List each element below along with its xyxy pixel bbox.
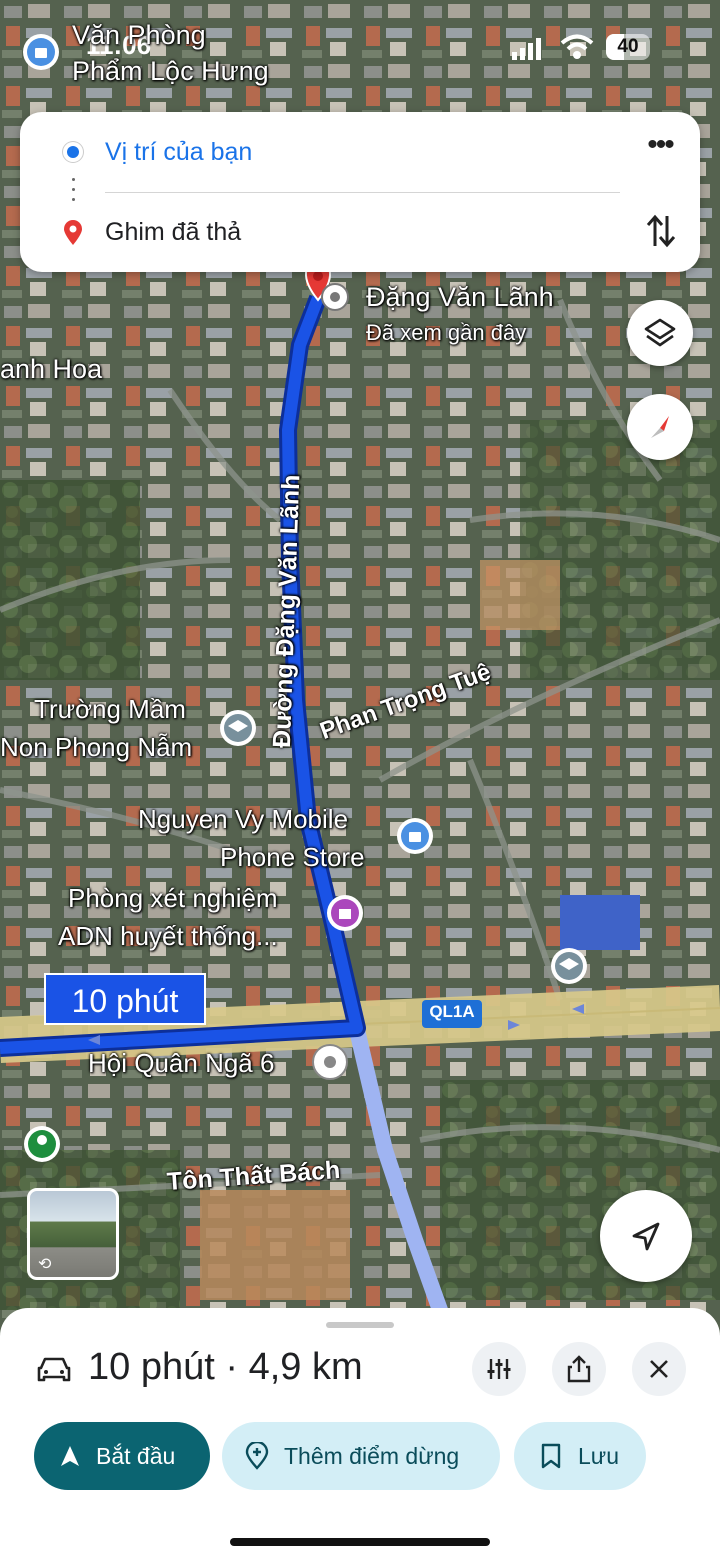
street-view-thumbnail[interactable]: ⟲ [27,1188,119,1280]
sheet-drag-handle[interactable] [326,1322,394,1328]
origin-field[interactable]: Vị trí của bạn [105,138,252,167]
navigation-start-icon [61,1446,79,1466]
layers-button[interactable] [627,300,693,366]
route-card: Vị trí của bạn ••• Ghim đã thả [20,112,700,272]
trip-distance: 4,9 km [248,1346,363,1388]
compass-icon [651,416,669,438]
close-button[interactable] [632,1342,686,1396]
destination-title[interactable]: Đặng Văn Lãnh [366,282,554,313]
layers-icon [644,318,676,347]
store-poi-icon [397,818,433,854]
trip-separator: · [225,1346,239,1388]
wifi-icon [560,34,594,60]
swap-icon[interactable] [644,212,678,250]
lab-poi-icon [327,895,363,931]
school-label-line1: Trường Mầm [34,694,186,724]
hoi-quan-poi-icon [312,1044,348,1080]
store-label-line1: Nguyen Vy Mobile [138,804,349,834]
school-poi-icon [220,710,256,746]
save-button[interactable]: Lưu [514,1422,646,1490]
hoi-quan-label: Hội Quân Ngã 6 [88,1048,275,1078]
label-anh-hoa: anh Hoa [0,354,103,384]
more-options-icon[interactable]: ••• [640,130,680,170]
close-icon [650,1360,668,1378]
poi-label-top-line1: Văn Phòng [72,20,206,50]
route-duration-text: 10 phút [71,983,179,1019]
route-duration-badge[interactable]: 10 phút [44,973,206,1025]
street-view-icon: ⟲ [38,1256,52,1273]
car-icon [36,1354,72,1384]
trip-duration: 10 phút [88,1346,215,1388]
park-poi-icon [24,1126,60,1162]
poi-label-top-line2: Phẩm Lộc Hưng [72,56,269,86]
compass-button[interactable] [627,394,693,460]
destination-subtitle: Đã xem gần đây [366,320,527,345]
destination-pin-small-icon [62,220,84,246]
signal-icon [512,38,542,60]
battery-level: 40 [617,36,639,57]
recenter-button[interactable] [600,1190,692,1282]
add-location-icon [245,1442,269,1470]
store-label-line2: Phone Store [220,842,365,872]
save-label: Lưu [578,1442,619,1469]
shopping-poi-icon [23,34,59,70]
route-dots-icon [72,178,76,201]
origin-dot-icon [63,142,83,162]
tune-icon [487,1359,511,1379]
add-stop-label: Thêm điểm dừng [284,1442,460,1469]
share-button[interactable] [552,1342,606,1396]
card-divider [105,192,620,193]
school-poi-icon-2 [551,948,587,984]
battery-icon: 40 [606,34,650,60]
start-button[interactable]: Bắt đầu [34,1422,210,1490]
add-stop-button[interactable]: Thêm điểm dừng [222,1422,500,1490]
lab-label-line1: Phòng xét nghiệm [68,883,278,913]
navigation-arrow-icon [632,1222,660,1251]
lab-label-line2: ADN huyết thống... [58,921,278,951]
route-options-button[interactable] [472,1342,526,1396]
highway-label: QL1A [429,1002,475,1021]
trip-summary: 10 phút · 4,9 km [88,1346,363,1389]
destination-field[interactable]: Ghim đã thả [105,218,241,247]
school-label-line2: Non Phong Nẫm [0,732,193,762]
share-icon [567,1355,591,1383]
bookmark-icon [541,1443,561,1469]
home-indicator[interactable] [230,1538,490,1546]
start-label: Bắt đầu [96,1442,176,1469]
